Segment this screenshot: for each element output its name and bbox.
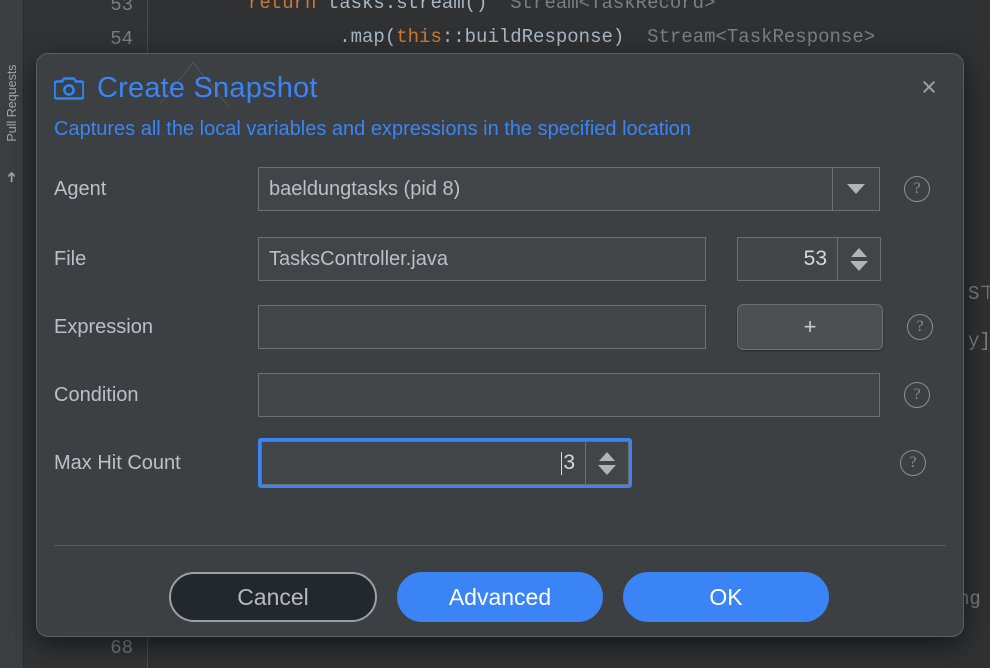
add-expression-button[interactable]: + (737, 304, 883, 350)
close-icon[interactable]: × (909, 67, 949, 107)
advanced-button[interactable]: Advanced (397, 572, 603, 622)
dialog-separator (54, 545, 946, 546)
file-input[interactable]: TasksController.java (258, 237, 706, 281)
cancel-button[interactable]: Cancel (169, 572, 377, 622)
max-hit-count-label: Max Hit Count (54, 452, 258, 475)
agent-help-icon[interactable]: ? (904, 176, 930, 202)
agent-combobox[interactable]: baeldungtasks (pid 8) (258, 167, 880, 211)
expression-label: Expression (54, 316, 258, 339)
line-number: 53 (110, 0, 133, 16)
code-line-53: return tasks.stream() Stream<TaskRecord> (248, 0, 716, 14)
create-snapshot-dialog: Create Snapshot × Captures all the local… (36, 53, 964, 637)
expression-input[interactable] (258, 305, 706, 349)
field-row-agent: Agent baeldungtasks (pid 8) ? (54, 165, 946, 213)
code-line-54: .map(this::buildResponse) Stream<TaskRes… (248, 26, 875, 48)
field-row-expression: Expression + ? (54, 303, 946, 351)
dialog-button-row: Cancel Advanced OK (37, 572, 963, 624)
code-fragment-right-1: S⊤ (968, 282, 990, 305)
dialog-subtitle: Captures all the local variables and exp… (54, 118, 691, 141)
agent-label: Agent (54, 178, 258, 201)
agent-value[interactable]: baeldungtasks (pid 8) (258, 167, 832, 211)
line-number: 54 (110, 28, 133, 50)
file-label: File (54, 248, 258, 271)
code-fragment-right-2: y] (968, 330, 990, 352)
line-number: 68 (110, 637, 133, 659)
sidebar-item-pull-requests[interactable]: Pull Requests (5, 53, 19, 153)
field-row-max-hit-count: Max Hit Count 3 ? (54, 439, 946, 487)
field-row-file: File TasksController.java 53 (54, 235, 946, 283)
max-hit-count-value: 3 (563, 451, 575, 475)
spinner-up-down-icon[interactable] (837, 237, 881, 281)
ok-button[interactable]: OK (623, 572, 829, 622)
screen: return tasks.stream() Stream<TaskRecord>… (0, 0, 990, 668)
file-line-stepper[interactable]: 53 (737, 237, 881, 281)
max-hit-count-input[interactable]: 3 (261, 441, 585, 485)
camera-icon (53, 72, 85, 104)
max-hit-count-help-icon[interactable]: ? (900, 450, 926, 476)
tool-strip: Pull Requests ➔ (0, 0, 24, 668)
arrow-up-icon: ➔ (4, 171, 18, 183)
expression-help-icon[interactable]: ? (907, 314, 933, 340)
condition-help-icon[interactable]: ? (904, 382, 930, 408)
chevron-down-icon[interactable] (832, 167, 880, 211)
file-line-value[interactable]: 53 (737, 237, 837, 281)
condition-label: Condition (54, 384, 258, 407)
field-row-condition: Condition ? (54, 371, 946, 419)
text-caret (561, 452, 562, 475)
dialog-header: Create Snapshot (53, 62, 947, 114)
spinner-up-down-icon[interactable] (585, 441, 629, 485)
dialog-title: Create Snapshot (97, 72, 318, 105)
condition-input[interactable] (258, 373, 880, 417)
max-hit-count-stepper[interactable]: 3 (258, 438, 632, 488)
